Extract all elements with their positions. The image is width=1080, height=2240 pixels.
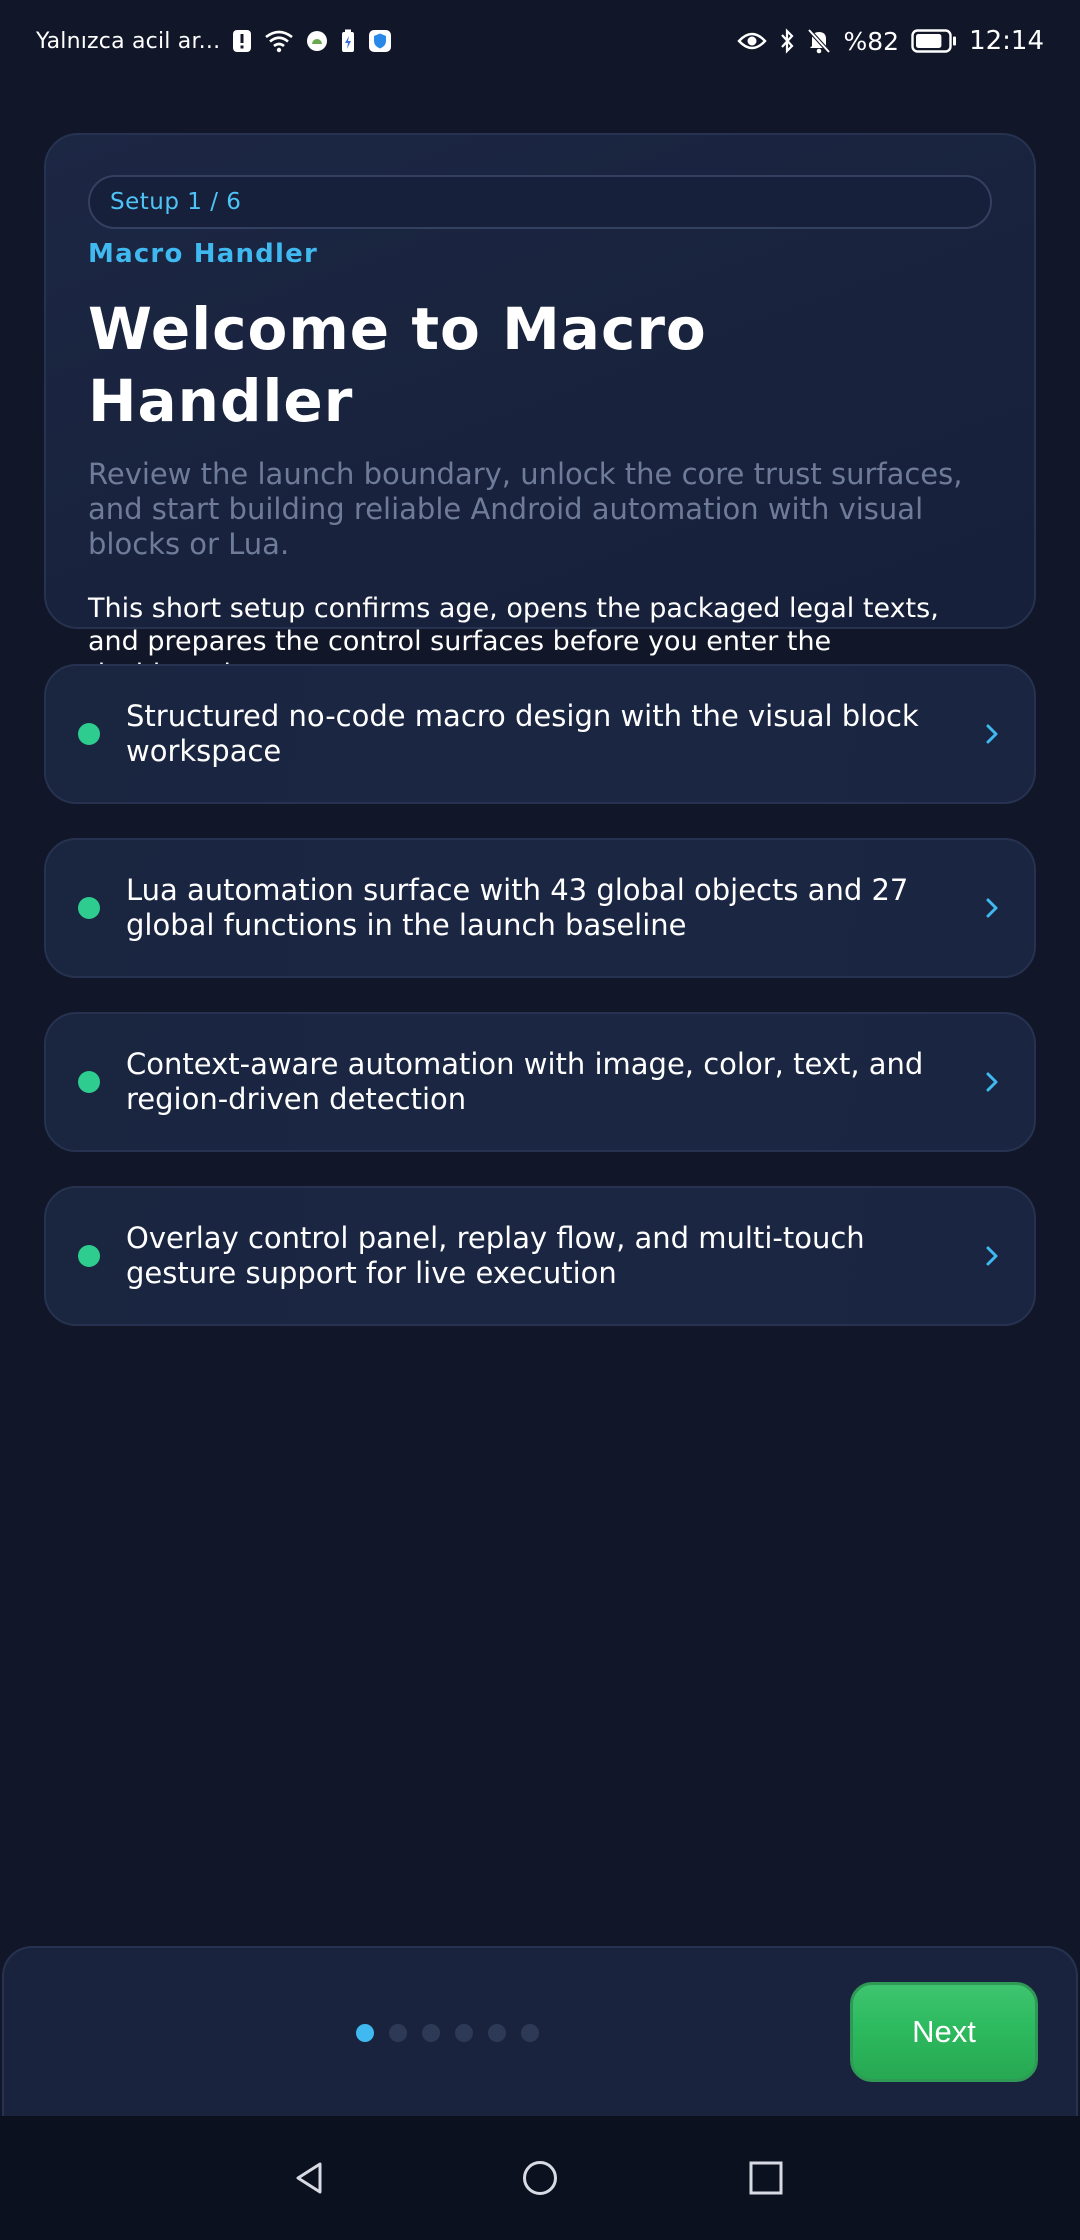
bullet-dot-icon <box>78 1071 100 1093</box>
bell-muted-icon <box>807 28 831 54</box>
feature-item-overlay-panel[interactable]: Overlay control panel, replay flow, and … <box>44 1186 1036 1326</box>
back-triangle-icon <box>290 2158 330 2202</box>
home-nav-button[interactable] <box>512 2152 568 2208</box>
status-bar: Yalnızca acil ar... %82 12:14 <box>0 0 1080 82</box>
chevron-right-icon <box>980 897 1004 919</box>
battery-saver-icon <box>340 29 356 53</box>
feature-text: Structured no-code macro design with the… <box>126 699 919 768</box>
bullet-dot-icon <box>78 723 100 745</box>
page-title: Welcome to Macro Handler <box>88 295 707 435</box>
welcome-card: Setup 1 / 6 Macro Handler Welcome to Mac… <box>44 133 1036 690</box>
wifi-icon <box>264 29 294 53</box>
carrier-label: Yalnızca acil ar... <box>36 28 221 54</box>
recents-square-icon <box>746 2158 786 2202</box>
status-bar-right: %82 12:14 <box>737 26 1044 56</box>
eye-icon <box>737 31 768 51</box>
setup-footer: Next <box>2 1946 1078 2116</box>
page-indicator <box>356 2024 539 2042</box>
battery-fill <box>916 34 942 48</box>
feature-text: Context-aware automation with image, col… <box>126 1047 924 1116</box>
page-dot <box>488 2024 506 2042</box>
feature-item-context-detection[interactable]: Context-aware automation with image, col… <box>44 1012 1036 1152</box>
home-circle-icon <box>520 2158 560 2202</box>
clock: 12:14 <box>969 26 1044 56</box>
chevron-right-icon <box>980 1071 1004 1093</box>
welcome-subtitle: Review the launch boundary, unlock the c… <box>88 457 963 561</box>
feature-item-lua[interactable]: Lua automation surface with 43 global ob… <box>44 838 1036 978</box>
page-dot <box>455 2024 473 2042</box>
bullet-dot-icon <box>78 897 100 919</box>
feature-text: Lua automation surface with 43 global ob… <box>126 873 909 942</box>
app-name: Macro Handler <box>88 239 318 269</box>
system-nav-bar <box>0 2116 1080 2240</box>
page-dot <box>422 2024 440 2042</box>
back-nav-button[interactable] <box>282 2152 338 2208</box>
chevron-right-icon <box>980 1245 1004 1267</box>
battery-percent: %82 <box>843 26 900 56</box>
android-app-icon <box>306 30 328 52</box>
battery-icon <box>911 29 957 53</box>
shield-app-icon <box>368 29 392 53</box>
feature-item-visual-blocks[interactable]: Structured no-code macro design with the… <box>44 664 1036 804</box>
status-bar-left: Yalnızca acil ar... <box>36 29 392 54</box>
page-dot <box>389 2024 407 2042</box>
chevron-right-icon <box>980 723 1004 745</box>
bluetooth-icon <box>779 28 795 54</box>
page-dot-active <box>356 2024 374 2042</box>
alert-icon <box>232 29 252 53</box>
next-button[interactable]: Next <box>850 1982 1038 2082</box>
feature-text: Overlay control panel, replay flow, and … <box>126 1221 865 1290</box>
bullet-dot-icon <box>78 1245 100 1267</box>
setup-step-indicator: Setup 1 / 6 <box>88 175 992 229</box>
page-dot <box>521 2024 539 2042</box>
recents-nav-button[interactable] <box>738 2152 794 2208</box>
